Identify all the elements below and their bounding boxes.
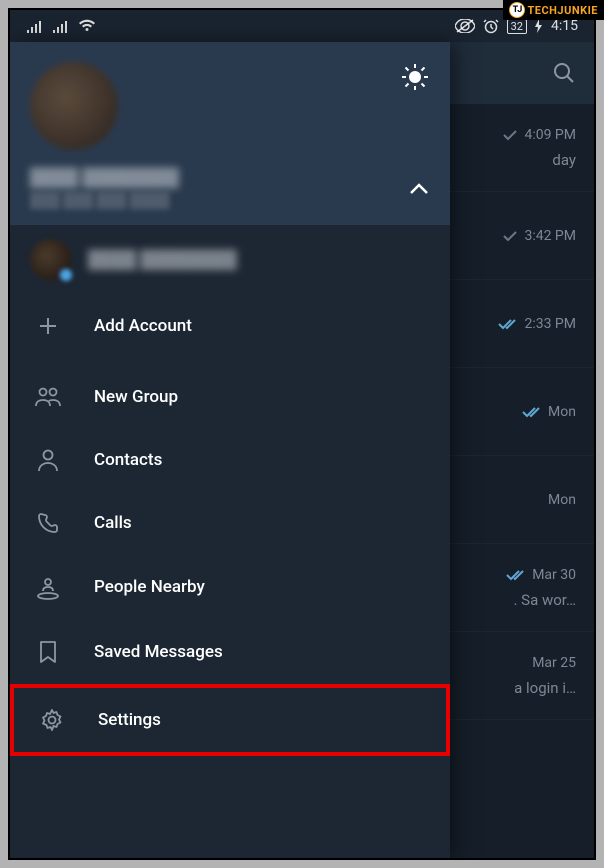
user-phone: ███ ███ ███ ████ [30,192,179,209]
chat-time: Mon [548,404,576,420]
add-account-label: Add Account [94,316,192,336]
account-name: ████ ████████ [88,250,237,270]
calls-label: Calls [94,513,132,533]
watermark-text: TECHJUNKIE [527,4,598,17]
people-nearby-item[interactable]: People Nearby [10,554,450,620]
alarm-icon [483,18,499,34]
chevron-up-icon[interactable] [408,182,430,196]
double-check-icon [522,406,542,418]
location-person-icon [34,574,62,600]
chat-time: Mon [548,492,576,508]
drawer-header: ████ ████████ ███ ███ ███ ████ [10,42,450,225]
saved-messages-item[interactable]: Saved Messages [10,620,450,684]
account-avatar [30,239,72,281]
gear-icon [38,708,66,732]
divider [10,361,450,362]
active-badge [58,267,74,283]
search-icon[interactable] [552,61,576,85]
settings-item[interactable]: Settings [14,688,446,752]
highlight-box: Settings [10,684,450,756]
check-icon [502,129,518,141]
chat-time: 3:42 PM [524,228,576,244]
chat-preview: . Sa wor… [513,591,576,609]
navigation-drawer[interactable]: ████ ████████ ███ ███ ███ ████ ████ ████… [10,42,450,858]
chat-preview: day [552,151,576,169]
avatar[interactable] [30,62,118,150]
phone-icon [34,512,62,534]
chat-preview: a login i… [514,679,576,697]
visibility-icon [455,19,475,33]
new-group-item[interactable]: New Group [10,366,450,428]
contacts-label: Contacts [94,450,162,470]
calls-item[interactable]: Calls [10,492,450,554]
battery-indicator: 32 [507,19,527,34]
wifi-icon [78,19,96,33]
theme-toggle-icon[interactable] [400,62,430,92]
settings-label: Settings [98,710,161,730]
chat-time: Mar 25 [532,655,576,671]
people-nearby-label: People Nearby [94,577,205,597]
contacts-item[interactable]: Contacts [10,428,450,492]
signal-icon-1 [26,19,42,33]
charging-icon [535,19,543,33]
user-name: ████ ████████ [30,168,179,188]
chat-time: 2:33 PM [524,316,576,332]
double-check-icon [506,569,526,581]
saved-messages-label: Saved Messages [94,642,223,662]
status-time: 4:15 [551,18,578,34]
chat-time: 4:09 PM [524,127,576,143]
watermark-logo: TJ [509,2,525,18]
double-check-icon [498,318,518,330]
person-icon [34,448,62,472]
check-icon [502,230,518,242]
group-icon [34,386,62,408]
watermark: TJ TECHJUNKIE [503,0,604,20]
phone-frame: 32 4:15 4:09 PM day 3:42 PM 2:33 PM Mon Mon Ma… [8,8,596,860]
chat-time: Mar 30 [532,567,576,583]
bookmark-icon [34,640,62,664]
signal-icon-2 [52,19,68,33]
plus-icon [34,315,62,337]
add-account-item[interactable]: Add Account [10,295,450,357]
new-group-label: New Group [94,387,178,407]
account-item[interactable]: ████ ████████ [10,225,450,295]
